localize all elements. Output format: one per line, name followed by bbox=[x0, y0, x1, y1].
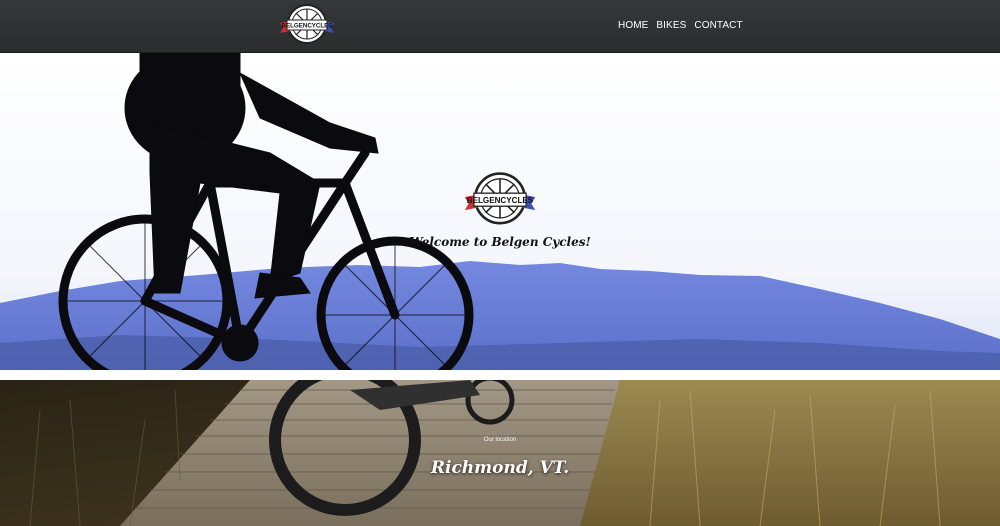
hero-title: Welcome to Belgen Cycles! bbox=[409, 235, 591, 249]
nav-contact-link[interactable]: CONTACT bbox=[694, 20, 742, 31]
badge-wordmark: BELGENCYCLES bbox=[467, 196, 534, 205]
nav-logo[interactable]: BELGENCYCLES bbox=[278, 3, 336, 49]
belgencycles-logo-icon: BELGENCYCLES bbox=[280, 4, 334, 44]
section-divider bbox=[0, 370, 1000, 380]
location-label: Our location bbox=[483, 437, 517, 443]
navbar: BELGENCYCLES HOME BIKES CONTACT bbox=[0, 0, 1000, 53]
nav-menu: HOME BIKES CONTACT bbox=[618, 20, 743, 31]
location-city: Richmond, VT. bbox=[430, 458, 570, 478]
hero-banner: BELGENCYCLES Welcome to Belgen Cycles! bbox=[0, 53, 1000, 370]
location-background-image bbox=[0, 380, 1000, 526]
location-section: Our location Richmond, VT. bbox=[0, 380, 1000, 526]
belgencycles-badge-icon: BELGENCYCLES bbox=[464, 172, 536, 225]
nav-home-link[interactable]: HOME bbox=[618, 20, 648, 31]
logo-wordmark: BELGENCYCLES bbox=[282, 23, 333, 30]
nav-bikes-link[interactable]: BIKES bbox=[656, 20, 686, 31]
hero-logo: BELGENCYCLES bbox=[462, 171, 538, 231]
